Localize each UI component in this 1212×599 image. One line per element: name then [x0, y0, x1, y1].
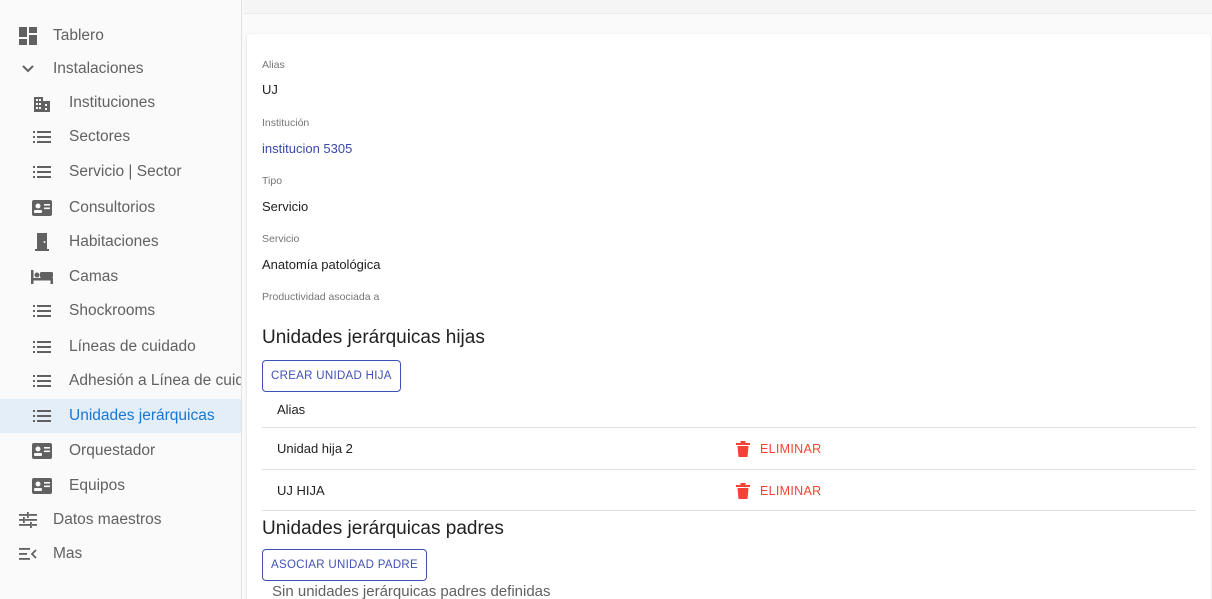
sidebar-item-datos-maestros[interactable]: Datos maestros [0, 503, 241, 537]
delete-button[interactable]: ELIMINAR [736, 440, 821, 458]
sidebar-item-sectores[interactable]: Sectores [0, 120, 241, 154]
trash-icon [736, 441, 750, 457]
sidebar-item-equipos[interactable]: Equipos [0, 469, 241, 503]
contact-card-icon [30, 439, 54, 463]
sidebar-item-label: Habitaciones [69, 233, 159, 250]
list-icon [30, 335, 54, 359]
sidebar-item-label: Instalaciones [53, 60, 144, 77]
sidebar-item-habitaciones[interactable]: Habitaciones [0, 225, 241, 259]
sidebar-item-lineas-de-cuidado[interactable]: Líneas de cuidado [0, 330, 241, 364]
sidebar-item-label: Adhesión a Línea de cuid [69, 372, 242, 389]
productivity-label: Productividad asociada a [262, 291, 380, 303]
sidebar-item-tablero[interactable]: Tablero [0, 19, 241, 53]
delete-label: ELIMINAR [760, 442, 822, 456]
tune-icon [16, 508, 40, 532]
create-child-unit-button[interactable]: CREAR UNIDAD HIJA [262, 360, 401, 392]
service-value: Anatomía patológica [262, 257, 381, 272]
sidebar-nav: Tablero Instalaciones Instituciones Sect… [0, 0, 242, 599]
sidebar-item-instalaciones[interactable]: Instalaciones [0, 52, 241, 86]
sidebar-item-camas[interactable]: Camas [0, 260, 241, 294]
list-icon [30, 369, 54, 393]
sidebar-item-label: Servicio | Sector [69, 163, 182, 180]
sidebar-item-label: Sectores [69, 128, 131, 145]
sidebar-item-label: Consultorios [69, 199, 156, 216]
top-app-bar [243, 0, 1212, 14]
chevron-down-icon [16, 57, 40, 81]
parents-section-title: Unidades jerárquicas padres [262, 518, 504, 539]
list-icon [30, 404, 54, 428]
contact-card-icon [30, 474, 54, 498]
list-icon [30, 125, 54, 149]
table-row: UJ HIJA ELIMINAR [262, 469, 1196, 511]
sidebar-item-label: Orquestador [69, 442, 156, 459]
dashboard-icon [16, 24, 40, 48]
list-icon [30, 299, 54, 323]
institution-link[interactable]: institucion 5305 [262, 141, 352, 156]
sidebar-item-label: Shockrooms [69, 302, 156, 319]
alias-value: UJ [262, 82, 278, 97]
sidebar-item-label: Camas [69, 268, 119, 285]
sidebar-item-label: Instituciones [69, 94, 156, 111]
domain-icon [30, 91, 54, 115]
sidebar-item-label: Unidades jerárquicas [69, 407, 215, 424]
menu-open-icon [16, 542, 40, 566]
detail-card [247, 34, 1211, 599]
sidebar-item-adhesion-linea-de-cuidado[interactable]: Adhesión a Línea de cuid [0, 364, 242, 398]
institution-label: Institución [262, 117, 310, 129]
bed-icon [30, 265, 54, 289]
sidebar-item-label: Tablero [53, 27, 104, 44]
type-label: Tipo [262, 175, 283, 187]
type-value: Servicio [262, 199, 309, 214]
sidebar-item-label: Líneas de cuidado [69, 338, 196, 355]
sidebar-item-label: Datos maestros [53, 511, 162, 528]
sidebar-item-orquestador[interactable]: Orquestador [0, 434, 241, 468]
delete-label: ELIMINAR [760, 484, 822, 498]
row-alias: UJ HIJA [277, 483, 325, 498]
row-alias: Unidad hija 2 [277, 441, 353, 456]
sidebar-item-mas[interactable]: Mas [0, 537, 241, 571]
sidebar-item-instituciones[interactable]: Instituciones [0, 86, 241, 120]
alias-label: Alias [262, 59, 285, 71]
sidebar-item-shockrooms[interactable]: Shockrooms [0, 294, 241, 328]
service-label: Servicio [262, 233, 300, 245]
sidebar-item-unidades-jerarquicas[interactable]: Unidades jerárquicas [0, 399, 241, 433]
trash-icon [736, 483, 750, 499]
sidebar-item-consultorios[interactable]: Consultorios [0, 191, 241, 225]
empty-parents-message: Sin unidades jerárquicas padres definida… [272, 583, 551, 599]
sidebar-item-label: Mas [53, 545, 83, 562]
door-icon [30, 230, 54, 254]
list-icon [30, 160, 54, 184]
sidebar-item-label: Equipos [69, 477, 126, 494]
table-header-alias: Alias [277, 402, 306, 417]
delete-button[interactable]: ELIMINAR [736, 482, 821, 500]
children-section-title: Unidades jerárquicas hijas [262, 327, 485, 348]
table-row: Unidad hija 2 ELIMINAR [262, 427, 1196, 469]
associate-parent-unit-button[interactable]: ASOCIAR UNIDAD PADRE [262, 549, 428, 581]
table-divider [262, 510, 1196, 511]
contact-card-icon [30, 196, 54, 220]
sidebar-item-servicio-sector[interactable]: Servicio | Sector [0, 155, 241, 189]
